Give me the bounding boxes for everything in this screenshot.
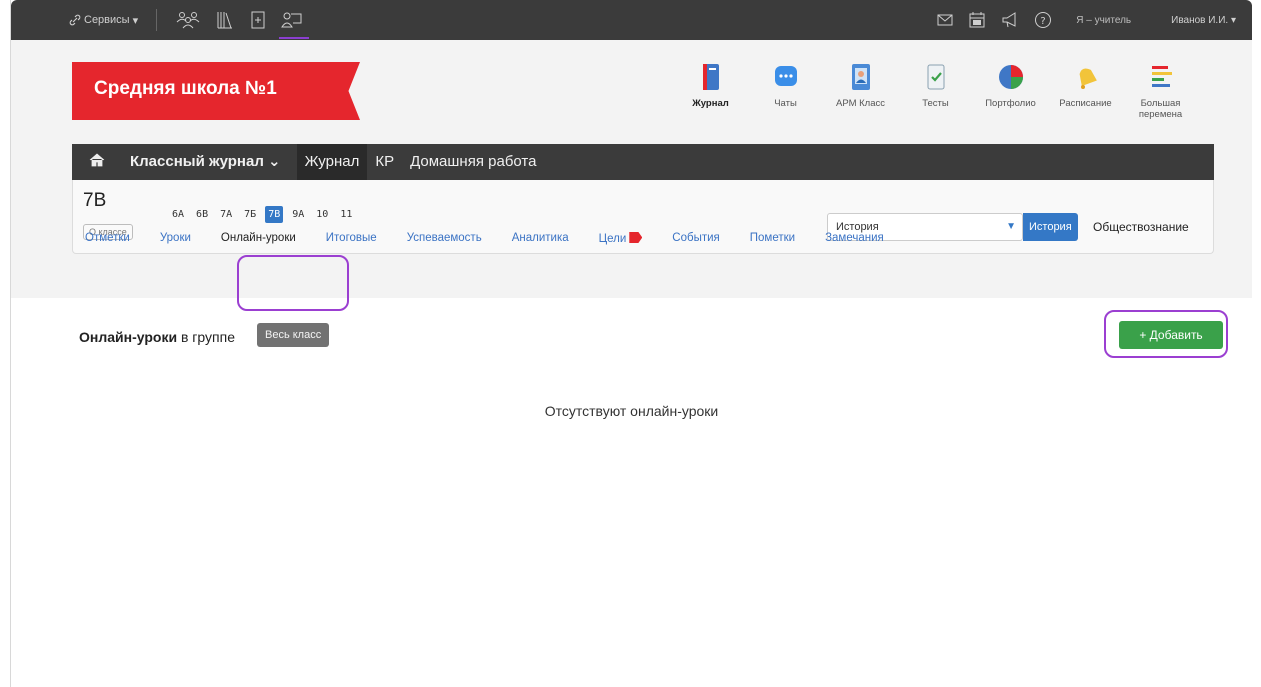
journal-navbar: Классный журнал ⌄ Журнал КР Домашняя раб… [72, 144, 1214, 180]
app-chats[interactable]: Чаты [748, 62, 823, 120]
help-icon[interactable]: ? [1034, 11, 1052, 29]
add-button[interactable]: + Добавить [1119, 321, 1223, 349]
journal-icon [696, 62, 726, 92]
subject-tab-active[interactable]: История [1023, 213, 1078, 241]
chevron-down-icon: ⌄ [268, 153, 281, 170]
tests-icon [921, 62, 951, 92]
tab-final[interactable]: Итоговые [326, 232, 377, 245]
chat-icon [771, 62, 801, 92]
divider [156, 9, 158, 31]
chevron-down-icon: ▾ [132, 14, 139, 27]
grade-item[interactable]: 10 [313, 206, 331, 223]
tab-progress[interactable]: Успеваемость [407, 232, 482, 245]
app-label: Тесты [922, 98, 949, 109]
section-title: Онлайн-уроки в группе [79, 329, 235, 345]
tab-marks[interactable]: Отметки [85, 232, 130, 245]
nav-item-journal[interactable]: Журнал [296, 144, 368, 180]
svg-text:?: ? [1041, 16, 1046, 27]
calendar-icon[interactable] [968, 11, 986, 29]
tab-goals[interactable]: Цели [599, 232, 643, 245]
grade-item[interactable]: 7А [217, 206, 235, 223]
section-title-bold: Онлайн-уроки [79, 329, 178, 345]
empty-state-message: Отсутствуют онлайн-уроки [544, 403, 719, 419]
library-icon[interactable] [215, 10, 235, 30]
grade-item[interactable]: 6А [169, 206, 187, 223]
school-name: Средняя школа №1 [94, 78, 277, 99]
tab-events[interactable]: События [672, 232, 719, 245]
user-menu[interactable]: Иванов И.И. ▾ [1171, 15, 1236, 26]
app-window: Сервисы ▾ ? Я – учитель Иванов И.И. ▾ Ср… [10, 0, 1261, 687]
megaphone-icon[interactable] [1000, 11, 1020, 29]
services-label: Сервисы [84, 14, 130, 26]
nav-item-homework[interactable]: Домашняя работа [402, 144, 544, 180]
grade-item-active[interactable]: 7В [265, 206, 284, 223]
subject-tab-social[interactable]: Обществознание [1093, 220, 1189, 234]
app-label: Большая перемена [1138, 98, 1183, 120]
class-name: 7В [83, 190, 107, 211]
grade-item[interactable]: 9А [289, 206, 307, 223]
chevron-down-icon: ▼ [1006, 221, 1016, 232]
tab-goals-label: Цели [598, 233, 627, 245]
home-icon[interactable] [72, 153, 122, 171]
journal-menu-label: Классный журнал [130, 153, 264, 170]
app-label: АРМ Класс [836, 98, 885, 109]
app-portfolio[interactable]: Портфолио [973, 62, 1048, 120]
role-label[interactable]: Я – учитель [1076, 15, 1131, 26]
grade-selector: 6А 6В 7А 7Б 7В 9А 10 11 [169, 206, 355, 223]
tab-analytics[interactable]: Аналитика [512, 232, 569, 245]
tab-highlight-outline [237, 255, 349, 311]
teacher-icon[interactable] [281, 10, 303, 30]
people-icon[interactable] [175, 10, 201, 30]
page-header: Средняя школа №1 Журнал Чаты АРМ Класс Т… [11, 40, 1252, 298]
section-title-rest: в группе [177, 329, 235, 345]
app-tests[interactable]: Тесты [898, 62, 973, 120]
app-class[interactable]: АРМ Класс [823, 62, 898, 120]
add-document-icon[interactable] [249, 10, 267, 30]
chevron-down-icon: ▾ [1230, 14, 1236, 26]
big-break-icon [1146, 62, 1176, 92]
top-bar: Сервисы ▾ ? Я – учитель Иванов И.И. ▾ [11, 0, 1252, 40]
grade-item[interactable]: 7Б [241, 206, 259, 223]
portfolio-icon [996, 62, 1026, 92]
app-big-break[interactable]: Большая перемена [1123, 62, 1198, 120]
link-icon [69, 14, 81, 26]
bell-icon [1071, 62, 1101, 92]
school-banner: Средняя школа №1 [72, 62, 360, 120]
app-label: Чаты [774, 98, 797, 109]
nav-item-kr[interactable]: КР [367, 144, 402, 180]
tab-notes[interactable]: Пометки [750, 232, 795, 245]
group-button[interactable]: Весь класс [257, 323, 330, 347]
tab-remarks[interactable]: Замечания [825, 232, 884, 245]
mail-icon[interactable] [936, 12, 954, 28]
app-journal[interactable]: Журнал [673, 62, 748, 120]
app-label: Портфолио [985, 98, 1036, 109]
app-launcher: Журнал Чаты АРМ Класс Тесты Портфолио Ра… [673, 62, 1198, 120]
tab-lessons[interactable]: Уроки [160, 232, 191, 245]
active-nav-indicator [279, 37, 309, 39]
app-label: Журнал [692, 98, 729, 109]
tag-icon [629, 232, 643, 243]
journal-tabs: Отметки Уроки Онлайн-уроки Итоговые Успе… [85, 232, 914, 245]
grade-item[interactable]: 11 [337, 206, 355, 223]
class-icon [846, 62, 876, 92]
services-menu[interactable]: Сервисы ▾ [69, 14, 138, 27]
user-name: Иванов И.И. [1171, 14, 1229, 26]
journal-menu[interactable]: Классный журнал ⌄ [122, 144, 289, 180]
grade-item[interactable]: 6В [193, 206, 211, 223]
app-schedule[interactable]: Расписание [1048, 62, 1123, 120]
app-label: Расписание [1059, 98, 1112, 109]
tab-online-lessons[interactable]: Онлайн-уроки [221, 232, 296, 245]
